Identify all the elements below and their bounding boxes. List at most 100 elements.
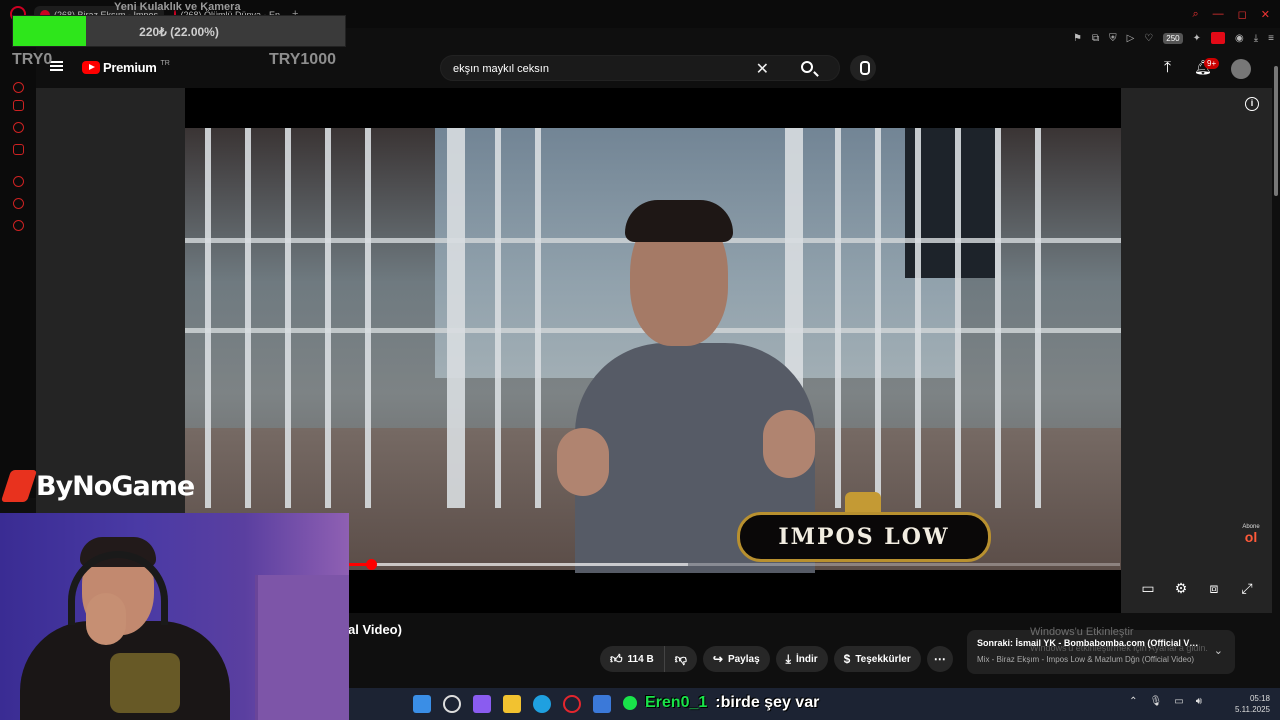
extension-badge[interactable]: 250: [1163, 32, 1183, 44]
region-label: TR: [160, 60, 170, 67]
more-actions-button[interactable]: ⋯: [926, 646, 953, 672]
tray-chevron-icon[interactable]: ⌃: [1129, 696, 1137, 707]
search-tabs-icon[interactable]: ⌕: [1192, 8, 1198, 21]
fence-bar: [205, 128, 211, 508]
taskbar-clock[interactable]: 05:18 5.11.2025: [1235, 693, 1270, 715]
refresh-icon[interactable]: [13, 82, 24, 93]
progress-bar[interactable]: [348, 559, 1120, 570]
person-hand: [763, 410, 815, 478]
instagram-icon[interactable]: [13, 122, 24, 133]
upload-icon[interactable]: ⤒: [1164, 59, 1171, 77]
settings-icon[interactable]: [13, 220, 24, 231]
miniplayer-icon[interactable]: ⧈: [1206, 580, 1222, 597]
sponsor-logo: ByNoGame: [0, 470, 195, 502]
fence-bar: [535, 128, 541, 508]
fence-post: [447, 128, 465, 508]
thanks-button[interactable]: $ Teşekkürler: [833, 646, 921, 672]
fullscreen-icon[interactable]: ⤢: [1239, 580, 1255, 597]
profile-icon[interactable]: ◉: [1235, 33, 1244, 44]
search-icon[interactable]: [801, 61, 813, 73]
player-controls-right: ▭ ⚙ ⧈ ⤢: [1140, 580, 1255, 597]
thumbs-up-icon: 👍︎: [610, 651, 623, 666]
bookmark-icon[interactable]: ⚑: [1073, 33, 1082, 44]
person-hand: [557, 428, 609, 496]
search-value: ekşın maykıl ceksın: [453, 63, 549, 75]
chevron-down-icon[interactable]: ⌄: [1214, 644, 1223, 657]
video-title: al Video): [348, 622, 402, 637]
donation-goal-bar: 220₺ (22.00%): [12, 15, 346, 47]
twitch-icon[interactable]: [13, 144, 24, 155]
info-icon[interactable]: i: [1245, 97, 1259, 111]
more-icon: ⋯: [933, 652, 946, 666]
settings-gear-icon[interactable]: ⚙: [1173, 580, 1189, 597]
browser-sidebar: [0, 28, 36, 498]
donation-goal-text: 220₺ (22.00%): [139, 25, 219, 39]
video-scene: [185, 128, 1121, 573]
browser-toolbar: ⚑ ⧉ ⛨ ▷ ♡ 250 ✦ ◉ ⤓ ≡: [1073, 28, 1274, 48]
history-icon[interactable]: [13, 198, 24, 209]
fence-bar: [365, 128, 371, 508]
avatar[interactable]: [1231, 59, 1251, 79]
copilot-icon[interactable]: [473, 695, 491, 713]
like-count: 114 B: [627, 653, 654, 665]
windows-start-icon[interactable]: [413, 695, 431, 713]
artist-banner: IMPOS LOW: [737, 512, 991, 562]
share-label: Paylaş: [727, 653, 760, 665]
player-icon[interactable]: ▷: [1127, 33, 1135, 44]
page-scrollbar[interactable]: [1272, 48, 1280, 688]
progress-buffered: [348, 563, 688, 566]
download-icon[interactable]: ⤓: [1254, 33, 1258, 44]
clock-date: 5.11.2025: [1235, 705, 1270, 714]
search-input[interactable]: ekşın maykıl ceksın ✕: [440, 55, 840, 81]
windows-activation-subtitle: Windows'u etkinleştirmek için Ayarlar'a …: [1030, 643, 1208, 653]
super-thanks-icon: $: [843, 652, 851, 666]
workspace-icon[interactable]: [13, 100, 24, 111]
like-button[interactable]: 👍︎ 114 B: [600, 646, 665, 672]
subscribe-big-text: ol: [1244, 529, 1258, 545]
shield-icon[interactable]: ⛨: [1109, 33, 1117, 44]
fence-bar: [835, 128, 841, 508]
microphone-icon[interactable]: [850, 55, 876, 81]
maximize-icon[interactable]: ◻: [1238, 8, 1247, 21]
fence-bar: [1035, 128, 1041, 508]
dislike-button[interactable]: 👎︎: [664, 646, 697, 672]
network-icon[interactable]: ▭: [1174, 696, 1183, 707]
fence-bar: [285, 128, 291, 508]
up-next-subtitle: Mix - Biraz Ekşım - Impos Low & Mazlum D…: [977, 655, 1195, 664]
minimize-icon[interactable]: —: [1213, 8, 1224, 21]
opera-taskbar-icon[interactable]: [563, 695, 581, 713]
extensions-icon[interactable]: ✦: [1193, 33, 1201, 44]
person-hair: [625, 200, 733, 242]
close-icon[interactable]: ✕: [1261, 8, 1270, 21]
taskbar-search-icon[interactable]: [443, 695, 461, 713]
system-tray: ⌃ 🎙︎ ▭ 🔊︎: [1129, 696, 1202, 707]
subscribe-watermark[interactable]: Abone ol: [1238, 524, 1264, 548]
crown-icon: [845, 492, 881, 514]
mic-tray-icon[interactable]: 🎙︎: [1150, 696, 1163, 707]
subtitles-icon[interactable]: ▭: [1140, 580, 1156, 597]
sponsor-name: ByNoGame: [36, 470, 195, 502]
youtube-logo[interactable]: Premium TR: [82, 60, 170, 75]
file-explorer-icon[interactable]: [503, 695, 521, 713]
snapshot-icon[interactable]: ⧉: [1092, 33, 1099, 44]
heart-icon[interactable]: ♡: [1144, 33, 1153, 44]
download-button[interactable]: ⤓ İndir: [775, 646, 828, 672]
chat-username: Eren0_1: [645, 694, 708, 711]
webcam-feed: [0, 513, 349, 720]
scrollbar-thumb[interactable]: [1274, 66, 1278, 196]
like-dislike-group: 👍︎ 114 B 👎︎: [600, 646, 697, 672]
brand-label: Premium: [103, 60, 157, 75]
fence-bar: [495, 128, 501, 508]
edge-icon[interactable]: [533, 695, 551, 713]
donation-goal-title: Yeni Kulaklık ve Kamera: [114, 1, 241, 13]
flag-icon[interactable]: [1211, 32, 1225, 44]
share-button[interactable]: ↪ Paylaş: [702, 646, 770, 672]
youtube-play-icon: [82, 61, 100, 74]
thanks-label: Teşekkürler: [855, 653, 911, 665]
store-icon[interactable]: [593, 695, 611, 713]
volume-icon[interactable]: 🔊︎: [1196, 696, 1202, 707]
menu-icon[interactable]: ≡: [1268, 33, 1274, 44]
play-icon[interactable]: [13, 176, 24, 187]
clear-search-icon[interactable]: ✕: [756, 59, 769, 79]
fence-bar: [955, 128, 961, 508]
